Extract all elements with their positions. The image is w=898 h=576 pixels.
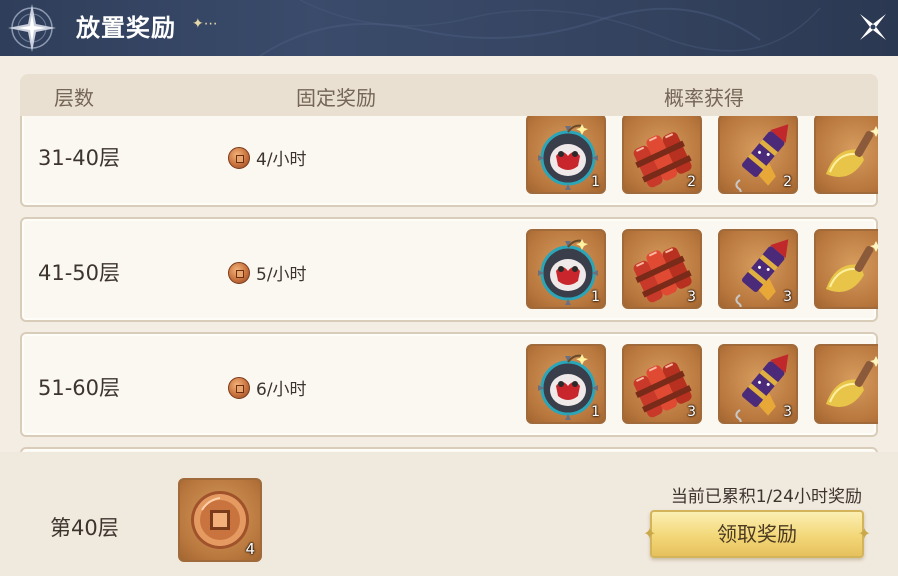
- chance-reward-items: 1 3 3: [526, 219, 878, 320]
- footer-panel: 第40层 4 当前已累积1/24小时奖励 ✦ 领取奖励 ✦: [0, 452, 898, 576]
- column-header-floor: 层数: [54, 86, 94, 110]
- column-header-chance-reward: 概率获得: [664, 86, 744, 110]
- copper-coin-icon: [228, 146, 250, 169]
- item-count: 2: [783, 174, 792, 190]
- golden-shovel-icon: [825, 240, 878, 293]
- reward-item-bomb[interactable]: 1: [526, 229, 606, 309]
- reward-item-dynamite[interactable]: 2: [622, 116, 702, 194]
- fixed-reward: 4/小时: [228, 145, 307, 170]
- close-button[interactable]: [852, 6, 894, 48]
- reward-list[interactable]: 31-40层 4/小时 1 2 2 41-50层 5/小时 1 3 3 51-6…: [20, 116, 878, 452]
- close-x-icon: [860, 14, 886, 40]
- reward-item-shovel[interactable]: [814, 116, 878, 194]
- item-count: 1: [591, 174, 600, 190]
- reward-item-shovel[interactable]: [814, 344, 878, 424]
- copper-coin-icon: [228, 376, 250, 399]
- fixed-reward-rate: 6/小时: [256, 380, 307, 400]
- floor-range: 41-50层: [38, 261, 121, 285]
- accumulated-coin-item[interactable]: 4: [178, 478, 262, 562]
- sparkle-decoration: ✦⋯: [192, 16, 218, 32]
- reward-item-rocket[interactable]: 3: [718, 229, 798, 309]
- diamond-ornament-icon: ✦: [643, 524, 657, 543]
- table-row: 41-50层 5/小时 1 3 3: [20, 217, 878, 322]
- compass-star-emblem-icon: [8, 4, 56, 52]
- table-row: 51-60层 6/小时 1 3 3: [20, 332, 878, 437]
- current-floor: 第40层: [50, 516, 119, 540]
- golden-shovel-icon: [825, 125, 878, 178]
- reward-item-rocket[interactable]: 2: [718, 116, 798, 194]
- fixed-reward: 5/小时: [228, 260, 307, 285]
- fixed-reward-rate: 5/小时: [256, 265, 307, 285]
- item-count: 1: [591, 289, 600, 305]
- item-count: 3: [687, 404, 696, 420]
- reward-item-bomb[interactable]: 1: [526, 344, 606, 424]
- reward-item-dynamite[interactable]: 3: [622, 229, 702, 309]
- accumulated-time-text: 当前已累积1/24小时奖励: [670, 487, 862, 507]
- fixed-reward-rate: 4/小时: [256, 150, 307, 170]
- reward-item-rocket[interactable]: 3: [718, 344, 798, 424]
- item-count: 3: [687, 289, 696, 305]
- page-title: 放置奖励: [76, 14, 176, 42]
- reward-item-bomb[interactable]: 1: [526, 116, 606, 194]
- item-count: 4: [245, 540, 255, 558]
- table-header: 层数 固定奖励 概率获得: [20, 74, 878, 116]
- claim-button-label: 领取奖励: [717, 522, 797, 546]
- column-header-fixed-reward: 固定奖励: [296, 86, 376, 110]
- item-count: 2: [687, 174, 696, 190]
- chance-reward-items: 1 3 3: [526, 334, 878, 435]
- table-row: 31-40层 4/小时 1 2 2: [20, 116, 878, 207]
- fixed-reward: 6/小时: [228, 375, 307, 400]
- chance-reward-items: 1 2 2: [526, 116, 878, 205]
- copper-coin-icon: [228, 261, 250, 284]
- diamond-ornament-icon: ✦: [857, 524, 871, 543]
- dialog-header: 放置奖励 ✦⋯: [0, 0, 898, 56]
- item-count: 1: [591, 404, 600, 420]
- item-count: 3: [783, 404, 792, 420]
- claim-reward-button[interactable]: ✦ 领取奖励 ✦: [643, 510, 871, 558]
- reward-item-dynamite[interactable]: 3: [622, 344, 702, 424]
- reward-item-shovel[interactable]: [814, 229, 878, 309]
- floor-range: 51-60层: [38, 376, 121, 400]
- floor-range: 31-40层: [38, 146, 121, 170]
- golden-shovel-icon: [825, 355, 878, 408]
- item-count: 3: [783, 289, 792, 305]
